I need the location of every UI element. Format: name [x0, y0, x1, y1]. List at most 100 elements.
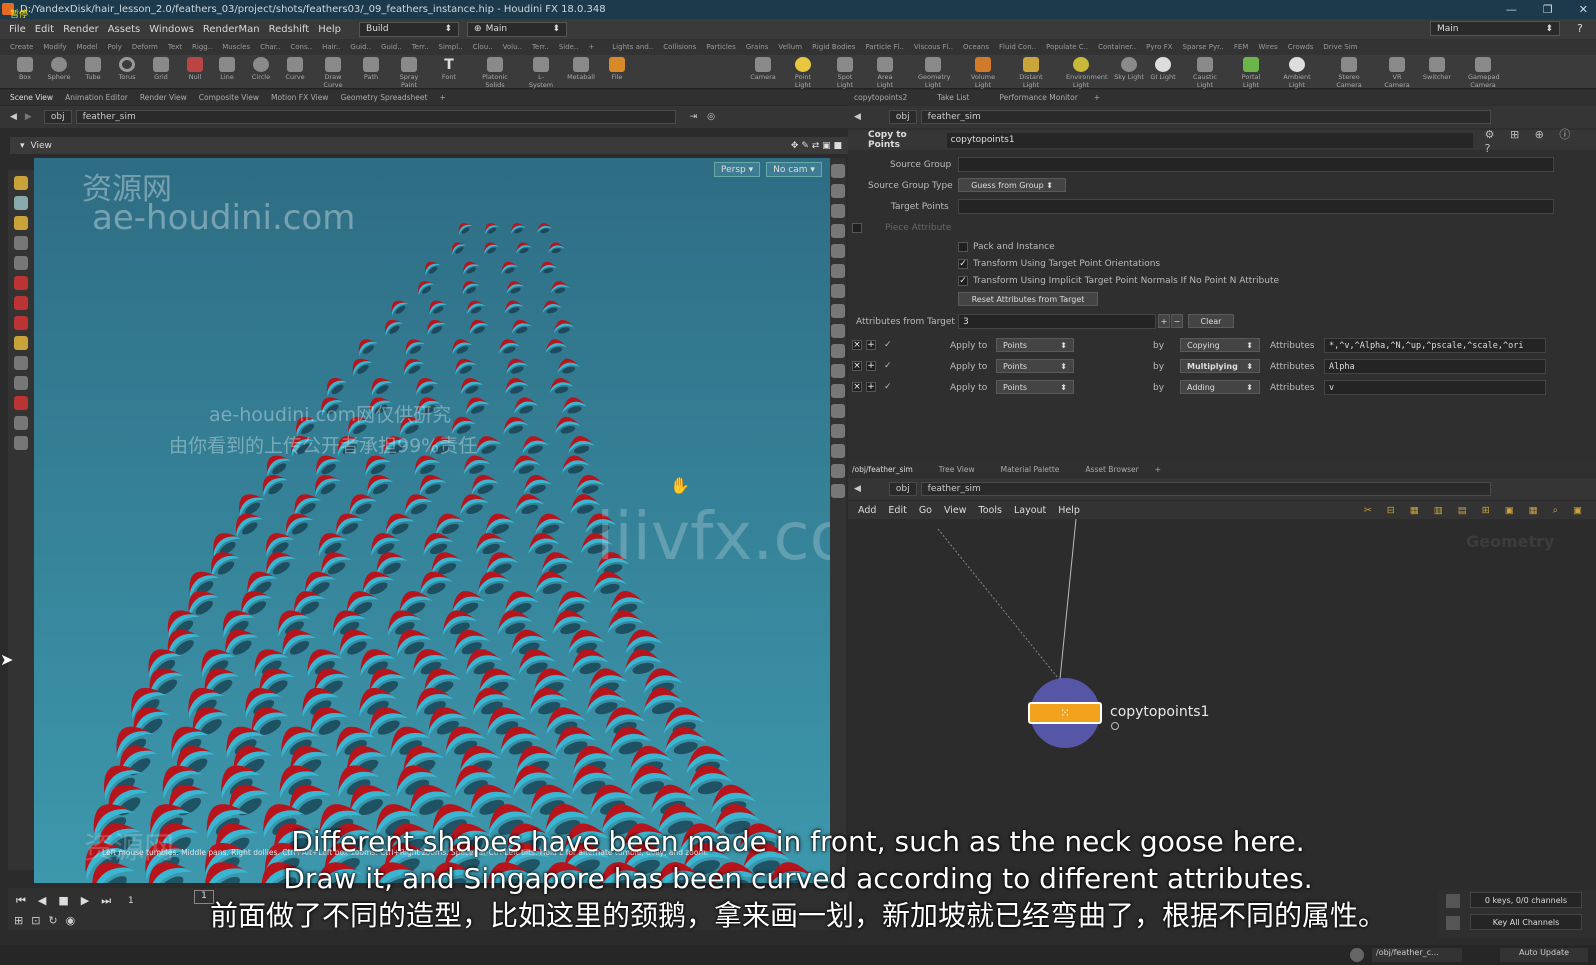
shelf-tab[interactable]: Viscous Fl.. — [914, 43, 953, 51]
tab-network-path[interactable]: /obj/feather_sim — [852, 465, 913, 474]
shading-icon[interactable] — [831, 244, 845, 258]
tab-animation-editor[interactable]: Animation Editor — [65, 93, 128, 102]
flipbook-icon[interactable] — [831, 424, 845, 438]
tool-volume-light[interactable]: Volume Light — [968, 57, 998, 89]
path-feather-sim[interactable]: feather_sim — [920, 110, 1491, 124]
tool-point-light[interactable]: Point Light — [788, 57, 818, 89]
tool-stereo-camera[interactable]: Stereo Camera — [1334, 57, 1364, 89]
status-path[interactable]: /obj/feather_c... — [1372, 948, 1462, 962]
desktop-dropdown[interactable]: Build ⬍ — [359, 21, 460, 37]
shelf-tab[interactable]: Grains — [746, 43, 769, 51]
point-display-icon[interactable] — [831, 284, 845, 298]
net-menu-add[interactable]: Add — [858, 505, 876, 516]
implicit-normals-checkbox[interactable]: ✓ — [958, 276, 968, 286]
menu-edit[interactable]: Edit — [35, 24, 54, 35]
add-shelf-tab-button[interactable]: + — [588, 43, 594, 51]
net-menu-go[interactable]: Go — [919, 505, 932, 516]
menu-windows[interactable]: Windows — [149, 24, 194, 35]
vertex-icon[interactable] — [831, 344, 845, 358]
net-menu-help[interactable]: Help — [1058, 505, 1080, 516]
apply-to-menu[interactable]: Points ⬍ — [996, 380, 1074, 394]
shelf-tab[interactable]: Guid.. — [350, 43, 371, 51]
attributes-field[interactable]: v — [1324, 380, 1546, 395]
tool-area-light[interactable]: Area Light — [870, 57, 900, 89]
tool-portal-light[interactable]: Portal Light — [1236, 57, 1266, 89]
persp-menu[interactable]: Persp ▾ — [714, 162, 761, 177]
shelf-tab[interactable]: Muscles — [222, 43, 250, 51]
add-tab-button[interactable]: + — [1155, 465, 1161, 474]
handle-tool-icon[interactable] — [14, 176, 28, 190]
tool-switcher[interactable]: Switcher — [1422, 57, 1452, 81]
tool-ambient-light[interactable]: Ambient Light — [1282, 57, 1312, 89]
tool-box[interactable]: Box — [10, 57, 40, 81]
tool-gi-light[interactable]: GI Light — [1148, 57, 1178, 81]
scene-viewport[interactable]: Persp ▾ No cam ▾ 资源网 ae-houdini.com ae-h… — [34, 158, 830, 883]
brush-tool-icon[interactable] — [14, 216, 28, 230]
clear-button[interactable]: Clear — [1188, 314, 1234, 328]
apply-to-menu[interactable]: Points ⬍ — [996, 359, 1074, 373]
tool-draw-curve[interactable]: Draw Curve — [318, 57, 348, 89]
tab-render-view[interactable]: Render View — [140, 93, 187, 102]
apply-method-menu[interactable]: Multiplying ⬍ — [1180, 359, 1260, 373]
network-toolbar-icons[interactable]: ✂ ⊟ ▦ ▥ ▤ ⊞ ▣ ▦ ⌕ ▣ — [1364, 505, 1588, 516]
tool-curve[interactable]: Curve — [280, 57, 310, 81]
tab-composite-view[interactable]: Composite View — [199, 93, 259, 102]
apply-method-menu[interactable]: Adding ⬍ — [1180, 380, 1260, 394]
shelf-tab[interactable]: Hair.. — [322, 43, 340, 51]
shelf-tab[interactable]: Create — [10, 43, 33, 51]
node-name-field[interactable]: copytopoints1 — [946, 132, 1473, 148]
piece-attr-toggle[interactable] — [852, 223, 862, 233]
path-obj[interactable]: obj — [43, 110, 72, 124]
shelf-tab[interactable]: Deform — [132, 43, 158, 51]
wireframe-icon[interactable] — [831, 184, 845, 198]
help-icon[interactable]: ? — [1577, 22, 1583, 35]
snap-icon[interactable] — [14, 376, 28, 390]
add-tab-button[interactable]: + — [439, 93, 445, 102]
tab-take-list[interactable]: Take List — [937, 93, 969, 102]
shelf-tab[interactable]: Side.. — [559, 43, 579, 51]
shelf-tab[interactable]: Collisions — [663, 43, 696, 51]
display-options-icon[interactable] — [831, 164, 845, 178]
tool-environment-light[interactable]: Environment Light — [1066, 57, 1108, 89]
shelf-tab[interactable]: Text — [168, 43, 182, 51]
tool-circle[interactable]: Circle — [246, 57, 276, 81]
scale-icon[interactable] — [14, 316, 28, 330]
shelf-tab[interactable]: Particle Fl.. — [865, 43, 904, 51]
tool-sky-light[interactable]: Sky Light — [1114, 57, 1144, 81]
tool-line[interactable]: Line — [212, 57, 242, 81]
shelf-tab[interactable]: Poly — [108, 43, 122, 51]
tool-grid[interactable]: Grid — [146, 57, 176, 81]
shelf-tab[interactable]: Sparse Pyr.. — [1183, 43, 1224, 51]
menu-help[interactable]: Help — [318, 24, 341, 35]
row-enable-check[interactable]: ✓ — [884, 382, 892, 392]
path-feather-sim[interactable]: feather_sim — [920, 482, 1491, 496]
menu-renderman[interactable]: RenderMan — [203, 24, 260, 35]
snapshot-icon[interactable] — [831, 404, 845, 418]
add-multiparm-button[interactable]: + — [1158, 314, 1170, 328]
edge-icon[interactable] — [831, 364, 845, 378]
net-menu-view[interactable]: View — [944, 505, 967, 516]
reset-attributes-button[interactable]: Reset Attributes from Target — [958, 292, 1098, 306]
shelf-tab[interactable]: Clou.. — [473, 43, 493, 51]
pack-instance-checkbox[interactable] — [958, 242, 968, 252]
apply-to-menu[interactable]: Points ⬍ — [996, 338, 1074, 352]
shelf-tab[interactable]: Fluid Con.. — [999, 43, 1036, 51]
pin-icon[interactable]: ⇥ — [690, 112, 698, 122]
shelf-tab[interactable]: Volu.. — [503, 43, 522, 51]
net-menu-layout[interactable]: Layout — [1014, 505, 1046, 516]
back-arrow-icon[interactable]: ◀ — [854, 112, 861, 122]
attributes-field[interactable]: *,^v,^Alpha,^N,^up,^pscale,^scale,^ori — [1324, 338, 1546, 353]
shelf-tab[interactable]: Crowds — [1288, 43, 1314, 51]
pose-icon[interactable] — [14, 336, 28, 350]
path-feather-sim[interactable]: feather_sim — [75, 110, 676, 124]
row-enable-check[interactable]: ✓ — [884, 361, 892, 371]
row-remove-icon[interactable]: × — [852, 361, 862, 371]
tool-geometry-light[interactable]: Geometry Light — [918, 57, 950, 89]
shelf-tab[interactable]: Vellum — [778, 43, 802, 51]
menu-assets[interactable]: Assets — [108, 24, 141, 35]
background-icon[interactable] — [831, 464, 845, 478]
tab-geometry-spreadsheet[interactable]: Geometry Spreadsheet — [340, 93, 427, 102]
attributes-field[interactable]: Alpha — [1324, 359, 1546, 374]
shelf-tab[interactable]: Lights and.. — [612, 43, 653, 51]
tool-metaball[interactable]: Metaball — [566, 57, 596, 81]
